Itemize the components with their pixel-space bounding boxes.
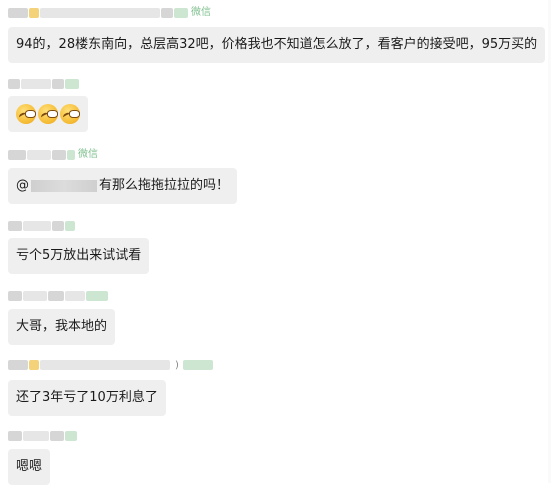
- sender-name-redacted: 微信: [8, 7, 211, 19]
- redacted-block: [65, 79, 79, 89]
- facepalm-emoji-icon: [38, 104, 58, 124]
- redacted-block: [65, 291, 85, 301]
- sender-name-redacted: [8, 430, 78, 442]
- message-bubble[interactable]: 亏个5万放出来试试看: [8, 238, 150, 274]
- sender-name-redacted: [8, 220, 76, 232]
- redacted-block: [65, 221, 75, 231]
- mention-prefix: @: [16, 178, 29, 193]
- message-bubble[interactable]: 94的，28楼东南向，总层高32吧，价格我也不知道怎么放了，看客户的接受吧，95…: [8, 27, 546, 63]
- redacted-block: [8, 291, 22, 301]
- chat-message-list[interactable]: 微信 94的，28楼东南向，总层高32吧，价格我也不知道怎么放了，看客户的接受吧…: [0, 0, 551, 485]
- redacted-block: [65, 431, 77, 441]
- redacted-block: [182, 360, 213, 370]
- redacted-block: [29, 8, 39, 18]
- redacted-block: [161, 8, 173, 18]
- redacted-block: [40, 8, 160, 18]
- redacted-block: [8, 431, 22, 441]
- redacted-block: [40, 360, 170, 370]
- redacted-block: [8, 79, 20, 89]
- mention-name-redacted: [31, 179, 97, 192]
- sender-suffix: ): [175, 359, 179, 371]
- redacted-block: [52, 79, 64, 89]
- redacted-block: [21, 79, 51, 89]
- redacted-block: [50, 431, 64, 441]
- redacted-block: [48, 291, 64, 301]
- redacted-block: [8, 8, 28, 18]
- redacted-block: [29, 360, 39, 370]
- redacted-block: [8, 150, 26, 160]
- redacted-block: [52, 150, 66, 160]
- redacted-block: [23, 221, 51, 231]
- sender-name-redacted: [8, 290, 109, 302]
- message-bubble[interactable]: @ 有那么拖拖拉拉的吗！: [8, 168, 238, 204]
- redacted-block: [67, 150, 75, 160]
- sender-name-redacted: ): [8, 359, 214, 371]
- message-bubble[interactable]: 还了3年亏了10万利息了: [8, 380, 166, 416]
- facepalm-emoji-icon: [60, 104, 80, 124]
- redacted-block: [8, 360, 28, 370]
- wechat-source-label: 微信: [78, 149, 98, 160]
- emoji-row: [16, 96, 80, 132]
- redacted-block: [52, 221, 64, 231]
- redacted-block: [23, 291, 47, 301]
- redacted-block: [23, 431, 49, 441]
- sender-name-redacted: 微信: [8, 149, 98, 161]
- message-text: 嗯嗯: [16, 459, 43, 474]
- sender-name-redacted: [8, 78, 80, 90]
- facepalm-emoji-icon: [16, 104, 36, 124]
- redacted-block: [86, 291, 108, 301]
- redacted-block: [8, 221, 22, 231]
- wechat-source-label: 微信: [191, 7, 211, 18]
- message-text: 94的，28楼东南向，总层高32吧，价格我也不知道怎么放了，看客户的接受吧，95…: [16, 37, 538, 52]
- message-text: 亏个5万放出来试试看: [16, 248, 142, 263]
- redacted-block: [174, 8, 188, 18]
- message-bubble[interactable]: 嗯嗯: [8, 449, 51, 485]
- message-text: 大哥，我本地的: [16, 319, 108, 334]
- message-text: 有那么拖拖拉拉的吗！: [99, 178, 230, 193]
- redacted-block: [27, 150, 51, 160]
- message-bubble[interactable]: [8, 96, 88, 132]
- message-text: 还了3年亏了10万利息了: [16, 390, 158, 405]
- message-bubble[interactable]: 大哥，我本地的: [8, 309, 116, 345]
